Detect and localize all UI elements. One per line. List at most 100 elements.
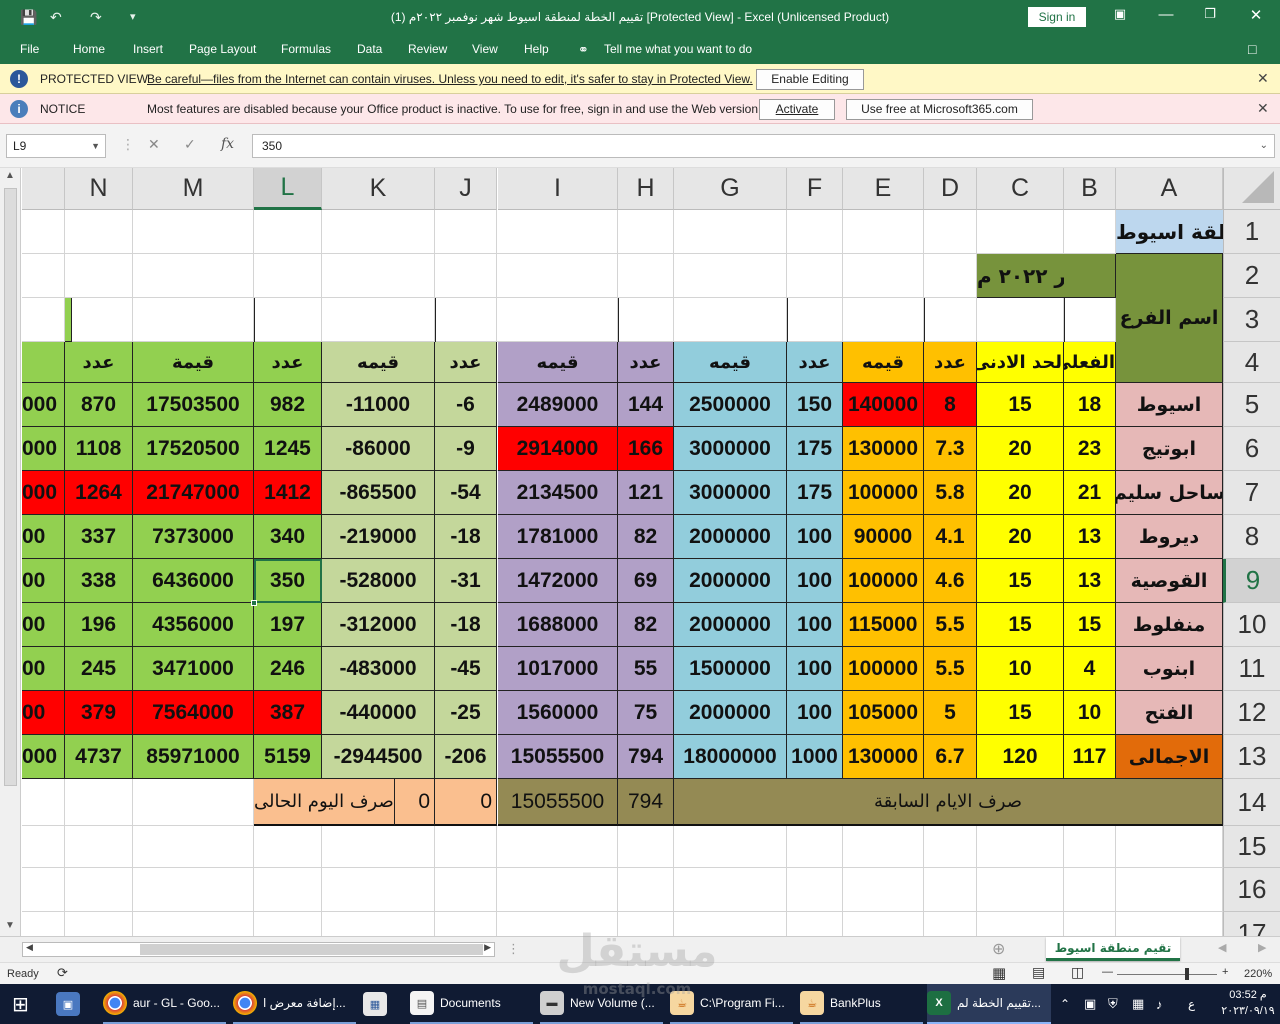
data-cell[interactable]: 23 xyxy=(1064,427,1116,471)
data-cell[interactable]: 1688000 xyxy=(498,603,618,647)
windows-start-icon[interactable]: ⊞ xyxy=(12,984,29,1024)
expand-formula-icon[interactable]: ⌄ xyxy=(1260,135,1268,157)
page-break-view-icon[interactable]: ◫ xyxy=(1071,964,1084,981)
data-cell[interactable]: 115000 xyxy=(843,603,924,647)
column-header-f[interactable]: F xyxy=(787,168,843,210)
data-cell[interactable]: 100 xyxy=(787,603,843,647)
tab-help[interactable]: Help xyxy=(524,42,549,56)
close-notice-icon[interactable]: ✕ xyxy=(1257,100,1269,117)
data-cell[interactable]: 387 xyxy=(254,691,322,735)
restore-icon[interactable]: ❐ xyxy=(1200,6,1220,22)
data-cell[interactable]: 21 xyxy=(1064,471,1116,515)
data-cell[interactable]: 15 xyxy=(977,383,1064,427)
data-cell[interactable]: 2000000 xyxy=(674,691,787,735)
subheader-count[interactable]: عدد xyxy=(65,342,133,383)
tab-data[interactable]: Data xyxy=(357,42,382,56)
column-header-d[interactable]: D xyxy=(924,168,977,210)
row-header-11[interactable]: 11 xyxy=(1223,647,1280,691)
data-cell[interactable]: 100 xyxy=(787,647,843,691)
sign-in-button[interactable]: Sign in xyxy=(1028,7,1086,27)
minimize-icon[interactable]: — xyxy=(1156,6,1176,23)
subheader-value[interactable]: قيمه xyxy=(674,342,787,383)
split-handle-icon[interactable]: ⋮ xyxy=(507,941,520,957)
vertical-scrollbar[interactable]: ▲ ▼ xyxy=(0,168,21,936)
row-header-9[interactable]: 9 xyxy=(1223,559,1280,603)
data-cell[interactable]: 3471000 xyxy=(133,647,254,691)
data-cell[interactable]: 1472000 xyxy=(498,559,618,603)
data-cell[interactable]: 2000000 xyxy=(674,603,787,647)
scroll-right-icon[interactable]: ▶ xyxy=(484,942,491,953)
row-header-15[interactable]: 15 xyxy=(1223,826,1280,868)
data-cell[interactable]: -54 xyxy=(435,471,497,515)
zoom-slider-handle[interactable] xyxy=(1185,968,1189,980)
data-cell[interactable]: 2489000 xyxy=(498,383,618,427)
branch-name-cell[interactable]: ديروط xyxy=(1116,515,1223,559)
row-header-10[interactable]: 10 xyxy=(1223,603,1280,647)
ribbon-display-icon[interactable]: ▣ xyxy=(1110,6,1130,22)
row-header-12[interactable]: 12 xyxy=(1223,691,1280,735)
header-remaining[interactable]: المستهدف المتبقى xyxy=(435,298,436,342)
data-cell[interactable]: 55 xyxy=(618,647,674,691)
zoom-slider[interactable] xyxy=(1117,974,1217,975)
close-protected-view-icon[interactable]: ✕ xyxy=(1257,70,1269,87)
data-cell[interactable]: 1781000 xyxy=(498,515,618,559)
scroll-up-icon[interactable]: ▲ xyxy=(5,170,15,181)
row-header-2[interactable]: 2 xyxy=(1223,254,1280,298)
data-cell[interactable]: 69 xyxy=(618,559,674,603)
name-box[interactable]: L9 ▼ xyxy=(6,134,106,158)
network-icon[interactable]: ▦ xyxy=(1132,984,1144,1024)
undo-icon[interactable]: ↶ xyxy=(50,8,62,26)
data-cell[interactable]: 7373000 xyxy=(133,515,254,559)
row-header-17[interactable]: 17 xyxy=(1223,912,1280,936)
branch-name-cell[interactable]: القوصية xyxy=(1116,559,1223,603)
data-cell[interactable]: 15 xyxy=(1064,603,1116,647)
prev-count-cell[interactable]: 794 xyxy=(618,779,674,826)
data-cell[interactable]: 7.3 xyxy=(924,427,977,471)
blank-banner-cell[interactable] xyxy=(1064,254,1116,298)
security-shield-icon[interactable]: ⛨ xyxy=(1108,984,1118,1024)
data-cell[interactable]: -865500 xyxy=(322,471,435,515)
data-cell[interactable]: 15 xyxy=(977,691,1064,735)
column-header-e[interactable]: E xyxy=(843,168,924,210)
data-cell[interactable]: 4.6 xyxy=(924,559,977,603)
header-productivity[interactable]: متوسط الانتاجية xyxy=(924,298,925,342)
data-cell[interactable]: -219000 xyxy=(322,515,435,559)
data-cell[interactable]: 5.8 xyxy=(924,471,977,515)
data-cell[interactable]: 175 xyxy=(787,471,843,515)
data-cell[interactable]: 4.1 xyxy=(924,515,977,559)
taskbar-item-photos[interactable]: ▦ xyxy=(363,984,399,1024)
data-cell[interactable]: -312000 xyxy=(322,603,435,647)
language-icon[interactable]: ع xyxy=(1188,984,1195,1024)
data-cell[interactable]: 8 xyxy=(924,383,977,427)
activate-button[interactable]: Activate xyxy=(759,99,835,120)
data-cell[interactable]: 338 xyxy=(65,559,133,603)
subheader-value[interactable]: قيمه xyxy=(322,342,435,383)
column-header-i[interactable]: I xyxy=(498,168,618,210)
total-cell[interactable]: 4737 xyxy=(65,735,133,779)
column-header-a[interactable]: A xyxy=(1116,168,1223,210)
data-cell[interactable]: 5.5 xyxy=(924,647,977,691)
subheader-actual[interactable]: الفعلى xyxy=(1064,342,1116,383)
taskbar-item-chrome-2[interactable]: إضافة معرض ا... xyxy=(233,984,356,1024)
row-header-14[interactable]: 14 xyxy=(1223,779,1280,826)
data-cell[interactable]: 2000000 xyxy=(674,559,787,603)
data-cell[interactable]: 1560000 xyxy=(498,691,618,735)
branch-header[interactable]: اسم الفرع xyxy=(1116,254,1223,383)
data-cell[interactable]: 82 xyxy=(618,515,674,559)
data-cell[interactable]: 870 xyxy=(65,383,133,427)
data-cell[interactable]: 245 xyxy=(65,647,133,691)
selected-cell-outline[interactable] xyxy=(254,559,322,603)
data-cell[interactable]: 4356000 xyxy=(133,603,254,647)
data-cell[interactable]: 00 xyxy=(22,647,65,691)
data-cell[interactable]: 1245 xyxy=(254,427,322,471)
protected-view-message[interactable]: Be careful—files from the Internet can c… xyxy=(147,72,753,86)
data-cell[interactable]: 100 xyxy=(787,691,843,735)
data-cell[interactable]: 121 xyxy=(618,471,674,515)
tab-review[interactable]: Review xyxy=(408,42,447,56)
data-cell[interactable]: -440000 xyxy=(322,691,435,735)
data-cell[interactable]: -528000 xyxy=(322,559,435,603)
data-cell[interactable]: 000 xyxy=(22,471,65,515)
scroll-left-icon[interactable]: ◀ xyxy=(26,942,33,953)
comments-icon[interactable]: □ xyxy=(1248,41,1256,57)
fill-handle[interactable] xyxy=(251,600,257,606)
